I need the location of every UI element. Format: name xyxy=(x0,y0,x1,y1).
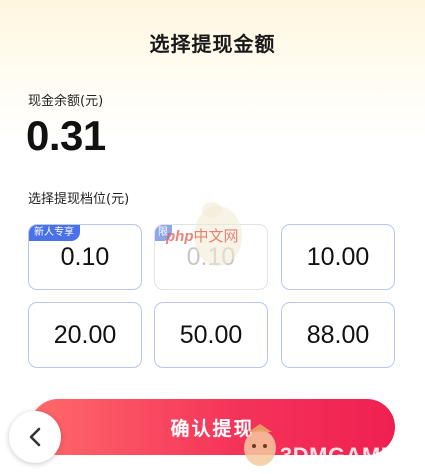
3dmgame-watermark: 3DMGAME xyxy=(280,443,396,468)
tier-option-10[interactable]: 10.00 xyxy=(281,224,395,290)
tier-option-20[interactable]: 20.00 xyxy=(28,302,142,368)
php-watermark: php中文网 xyxy=(166,228,239,245)
balance-value: 0.31 xyxy=(26,112,106,159)
tier-label: 选择提现档位(元) xyxy=(28,192,130,207)
game-mascot-watermark-icon xyxy=(244,424,276,466)
balance-label: 现金余额(元) xyxy=(28,94,104,109)
tier-option-value: 10.00 xyxy=(306,242,370,271)
tier-option-value: 50.00 xyxy=(179,320,243,349)
tier-option-0-10-newuser[interactable]: 新人专享 0.10 xyxy=(28,224,142,290)
page-title: 选择提现金额 xyxy=(149,32,276,56)
tier-option-value: 88.00 xyxy=(306,320,370,349)
tier-option-value: 0.10 xyxy=(60,242,110,271)
new-user-badge: 新人专享 xyxy=(29,225,80,241)
tier-option-value: 20.00 xyxy=(53,320,117,349)
tier-option-50[interactable]: 50.00 xyxy=(154,302,268,368)
chevron-left-icon xyxy=(29,427,41,447)
tier-option-88[interactable]: 88.00 xyxy=(281,302,395,368)
back-button[interactable] xyxy=(9,411,61,463)
